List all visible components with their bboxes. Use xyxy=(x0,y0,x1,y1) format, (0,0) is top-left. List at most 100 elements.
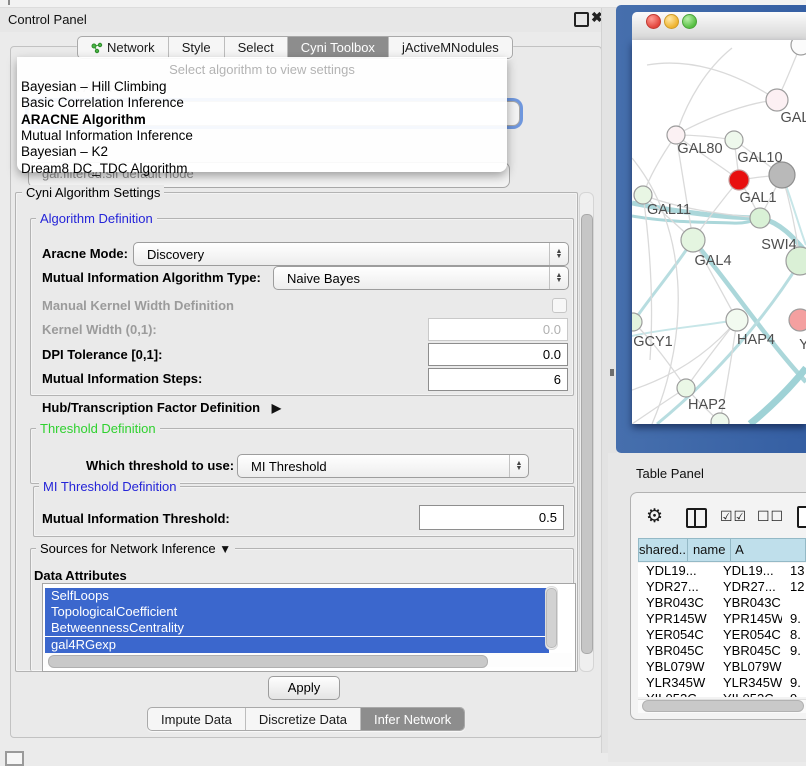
table-cell: YBR043C xyxy=(715,595,782,611)
tab-network[interactable]: Network xyxy=(78,37,169,58)
hub-definition-toggle[interactable]: Hub/Transcription Factor Definition ▶ xyxy=(42,400,281,415)
split-columns-icon[interactable] xyxy=(686,508,707,528)
table-cell: 9. xyxy=(782,675,806,691)
network-node[interactable] xyxy=(766,89,788,111)
kernel-width-label: Kernel Width (0,1): xyxy=(42,322,157,337)
cut-off-icon[interactable] xyxy=(797,506,806,528)
settings-scrollbar-thumb[interactable] xyxy=(581,214,593,654)
table-row[interactable]: YBL079WYBL079W xyxy=(638,659,806,675)
algorithm-option[interactable]: Dream8 DC_TDC Algorithm xyxy=(20,161,501,177)
network-edge[interactable] xyxy=(693,240,737,320)
cyni-settings-title: Cyni Algorithm Settings xyxy=(22,185,164,200)
column-header[interactable]: shared... xyxy=(638,538,687,562)
mi-steps-field[interactable]: 6 xyxy=(428,368,568,391)
network-node[interactable] xyxy=(791,40,806,55)
table-horizontal-scrollbar-thumb[interactable] xyxy=(642,700,804,712)
algorithm-option[interactable]: ARACNE Algorithm xyxy=(20,112,501,128)
minimized-panel-icon[interactable] xyxy=(5,751,24,766)
close-traffic-light-icon[interactable] xyxy=(646,14,661,29)
table-row[interactable]: YPR145WYPR145W9. xyxy=(638,611,806,627)
table-cell: YDL19... xyxy=(715,563,782,579)
attribute-item-selected[interactable]: SelfLoops xyxy=(45,588,549,604)
table-cell: 8. xyxy=(782,627,806,643)
network-edge[interactable] xyxy=(676,48,732,135)
tab-discretize-data[interactable]: Discretize Data xyxy=(246,708,361,730)
node-label: Y xyxy=(799,337,806,353)
network-edge[interactable] xyxy=(643,135,676,195)
mi-steps-label: Mutual Information Steps: xyxy=(42,371,202,386)
table-cell: YBR045C xyxy=(638,643,715,659)
deselect-all-checkboxes-icon[interactable]: ☐☐ xyxy=(757,508,784,525)
network-canvas[interactable]: GALGAL80GAL10GAL1GAL11SWI4GAL4GCY1HAP4YH… xyxy=(632,40,806,424)
tab-style[interactable]: Style xyxy=(169,37,225,58)
network-node[interactable] xyxy=(729,170,749,190)
network-edge[interactable] xyxy=(750,368,806,424)
apply-button[interactable]: Apply xyxy=(268,676,340,700)
node-table-header: shared...nameA xyxy=(638,538,806,562)
table-cell: YPR145W xyxy=(638,611,715,627)
network-node[interactable] xyxy=(750,208,770,228)
attribute-item-selected[interactable]: TopologicalCoefficient xyxy=(45,604,549,620)
stepper-arrows-icon: ▲▼ xyxy=(549,243,568,265)
node-table-body: YDL19...YDL19...13YDR27...YDR27...12YBR0… xyxy=(638,563,806,697)
network-node[interactable] xyxy=(711,413,729,424)
screen: { "control_panel": { "title": "Control P… xyxy=(0,0,806,762)
float-window-icon[interactable] xyxy=(574,12,589,27)
mi-threshold-label: Mutual Information Threshold: xyxy=(42,511,230,526)
attributes-vertical-scrollbar-thumb[interactable] xyxy=(546,588,557,648)
network-node[interactable] xyxy=(725,131,743,149)
aracne-mode-label: Aracne Mode: xyxy=(42,246,128,261)
tab-infer-network[interactable]: Infer Network xyxy=(361,708,464,730)
column-header[interactable]: A xyxy=(730,538,806,562)
network-node[interactable] xyxy=(726,309,748,331)
tab-select[interactable]: Select xyxy=(225,37,288,58)
tab-jactivemnodules[interactable]: jActiveMNodules xyxy=(389,37,512,58)
dpi-tolerance-field[interactable]: 0.0 xyxy=(428,343,568,366)
network-node[interactable] xyxy=(789,309,806,331)
table-row[interactable]: YDL19...YDL19...13 xyxy=(638,563,806,579)
network-edge[interactable] xyxy=(676,100,777,135)
aracne-mode-select[interactable]: Discovery ▲▼ xyxy=(133,242,569,266)
mi-type-select[interactable]: Naive Bayes ▲▼ xyxy=(273,266,569,290)
network-edge[interactable] xyxy=(647,63,777,100)
table-cell: YBL079W xyxy=(715,659,782,675)
network-node[interactable] xyxy=(632,313,642,331)
mi-threshold-field[interactable]: 0.5 xyxy=(419,505,564,530)
algorithm-option[interactable]: Basic Correlation Inference xyxy=(20,95,501,111)
tab-cyni-toolbox[interactable]: Cyni Toolbox xyxy=(288,37,389,58)
tab-label: Cyni Toolbox xyxy=(301,40,375,55)
splitter-collapse-handle[interactable] xyxy=(610,369,614,376)
which-threshold-select[interactable]: MI Threshold ▲▼ xyxy=(237,454,529,478)
zoom-traffic-light-icon[interactable] xyxy=(682,14,697,29)
table-cell: YDL19... xyxy=(638,563,715,579)
sources-title[interactable]: Sources for Network Inference ▼ xyxy=(36,541,235,556)
column-header[interactable]: name xyxy=(687,538,730,562)
minimize-traffic-light-icon[interactable] xyxy=(664,14,679,29)
table-row[interactable]: YLR345WYLR345W9. xyxy=(638,675,806,691)
algorithm-option[interactable]: Mutual Information Inference xyxy=(20,128,501,144)
table-row[interactable]: YBR045CYBR045C9. xyxy=(638,643,806,659)
algorithm-option[interactable]: Bayesian – Hill Climbing xyxy=(20,79,501,95)
table-row[interactable]: YBR043CYBR043C xyxy=(638,595,806,611)
table-row[interactable]: YDR27...YDR27...12 xyxy=(638,579,806,595)
attribute-item-selected[interactable]: BetweennessCentrality xyxy=(45,620,549,636)
threshold-definition-title: Threshold Definition xyxy=(36,421,160,436)
attribute-item-selected[interactable]: gal4RGexp xyxy=(45,637,549,653)
network-edge[interactable] xyxy=(632,240,693,324)
tab-impute-data[interactable]: Impute Data xyxy=(148,708,246,730)
attributes-horizontal-scrollbar-thumb[interactable] xyxy=(48,655,488,668)
manual-kernel-checkbox[interactable] xyxy=(552,298,567,313)
node-label: GAL1 xyxy=(739,190,776,206)
table-cell: YBR043C xyxy=(638,595,715,611)
select-all-checkboxes-icon[interactable]: ☑☑ xyxy=(720,508,747,525)
algorithm-option[interactable]: Bayesian – K2 xyxy=(20,144,501,160)
table-cell: YIL052C xyxy=(638,691,715,697)
kernel-width-field[interactable]: 0.0 xyxy=(428,318,568,341)
table-cell: YBL079W xyxy=(638,659,715,675)
control-panel-title: Control Panel xyxy=(8,12,87,27)
network-node[interactable] xyxy=(677,379,695,397)
table-row[interactable]: YER054CYER054C8. xyxy=(638,627,806,643)
table-row[interactable]: YIL052CYIL052C9. xyxy=(638,691,806,697)
gear-icon[interactable]: ⚙ xyxy=(646,505,663,528)
network-node[interactable] xyxy=(681,228,705,252)
